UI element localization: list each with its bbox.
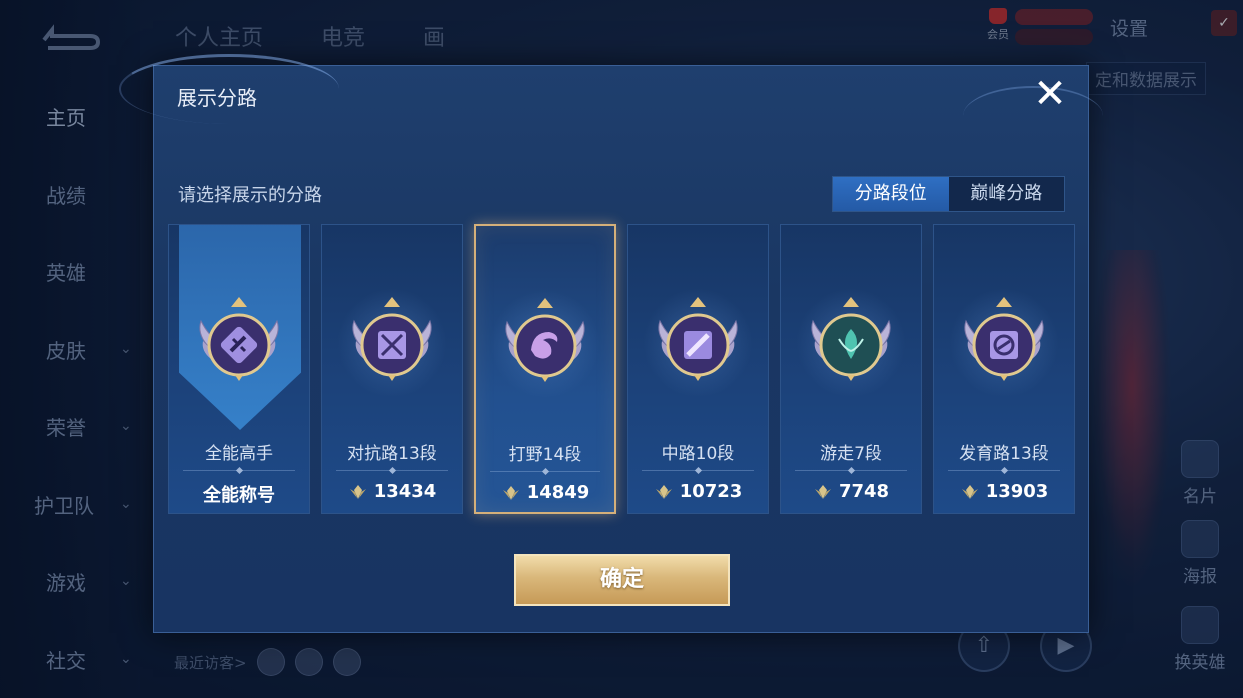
lane-score-text: 14849 (526, 482, 590, 503)
lane-score-text: 10723 (679, 481, 743, 502)
close-icon[interactable]: ✕ (1030, 74, 1070, 114)
lane-name: 打野14段 (508, 445, 582, 465)
lane-display-dialog: 展示分路 ✕ 请选择展示的分路 分路段位 巅峰分路 全能高手全能称号 对抗路13… (119, 54, 1103, 633)
tab-lane-rank[interactable]: 分路段位 (833, 177, 949, 211)
rank-point-icon (814, 484, 831, 499)
lane-score: 13903 (934, 481, 1074, 502)
lane-card[interactable]: 全能高手 全能称号 (168, 224, 310, 514)
lane-score: 10723 (628, 481, 768, 502)
rank-point-icon (349, 484, 366, 499)
divider (336, 470, 448, 471)
lane-card[interactable]: 打野14段 14849 (474, 224, 616, 514)
lane-score: 全能称号 (169, 481, 309, 507)
lane-name: 全能高手 (205, 444, 273, 464)
lane-cards: 全能高手全能称号 对抗路13段 13434 打野14段 14849 中路10段 107… (168, 224, 1077, 516)
divider (490, 471, 600, 472)
all-round-emblem-icon (187, 293, 291, 397)
lane-score-text: 13434 (373, 481, 437, 502)
rank-point-icon (961, 484, 978, 499)
jungle-emblem-icon (493, 294, 597, 398)
lane-score: 14849 (476, 482, 614, 503)
dialog-title: 展示分路 (177, 86, 257, 110)
lane-card[interactable]: 游走7段 7748 (780, 224, 922, 514)
select-prompt: 请选择展示的分路 (178, 185, 322, 206)
divider (795, 470, 907, 471)
clash-lane-emblem-icon (340, 293, 444, 397)
divider (183, 470, 295, 471)
lane-name: 发育路13段 (959, 444, 1049, 464)
farm-lane-emblem-icon (952, 293, 1056, 397)
divider (642, 470, 754, 471)
mid-lane-emblem-icon (646, 293, 750, 397)
lane-card[interactable]: 发育路13段 13903 (933, 224, 1075, 514)
rank-point-icon (502, 485, 519, 500)
lane-score: 13434 (322, 481, 462, 502)
lane-score-text: 13903 (985, 481, 1049, 502)
lane-name: 游走7段 (820, 444, 882, 464)
lane-score: 7748 (781, 481, 921, 502)
lane-mode-toggle: 分路段位 巅峰分路 (832, 176, 1065, 212)
confirm-button[interactable]: 确定 (514, 554, 730, 606)
roam-emblem-icon (799, 293, 903, 397)
lane-name: 对抗路13段 (347, 444, 437, 464)
lane-card[interactable]: 中路10段 10723 (627, 224, 769, 514)
divider (948, 470, 1060, 471)
lane-score-text: 7748 (838, 481, 890, 502)
lane-card[interactable]: 对抗路13段 13434 (321, 224, 463, 514)
tab-peak-lane[interactable]: 巅峰分路 (949, 177, 1065, 211)
lane-score-text: 全能称号 (203, 485, 275, 506)
lane-name: 中路10段 (661, 444, 735, 464)
rank-point-icon (655, 484, 672, 499)
